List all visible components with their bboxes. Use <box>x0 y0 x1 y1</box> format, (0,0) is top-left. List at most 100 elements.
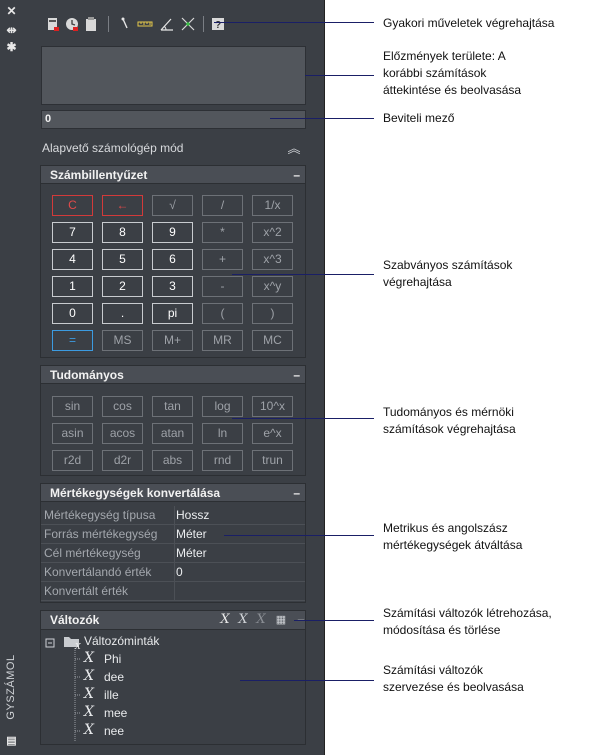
scientific-key-button[interactable]: rnd <box>202 450 243 471</box>
section-header-numpad[interactable]: Számbillentyűzet – <box>40 165 306 184</box>
key-button[interactable]: 9 <box>152 222 193 243</box>
key-button[interactable]: 6 <box>152 249 193 270</box>
variable-group[interactable]: Változóminták <box>84 634 159 648</box>
scientific-key-button[interactable]: asin <box>52 423 93 444</box>
collapse-icon[interactable]: – <box>293 166 300 184</box>
close-icon[interactable]: ✕ <box>5 5 18 17</box>
key-button[interactable]: ( <box>202 303 243 324</box>
variable-icon: X <box>84 668 94 684</box>
unit-row-label: Forrás mértékegység <box>44 527 158 541</box>
calculator-icon: ▤ <box>6 735 17 747</box>
variable-item[interactable]: mee <box>104 706 127 720</box>
collapse-icon[interactable]: – <box>293 366 300 384</box>
mode-label: Alapvető számológép mód <box>42 141 184 155</box>
key-button[interactable]: 1/x <box>252 195 293 216</box>
scientific-key-button[interactable]: log <box>202 396 243 417</box>
scientific-key-button[interactable]: ln <box>202 423 243 444</box>
section-title: Számbillentyűzet <box>50 168 148 182</box>
variable-item[interactable]: Phi <box>104 652 121 666</box>
folder-icon: X <box>64 637 81 650</box>
unit-row-divider <box>174 563 175 582</box>
variable-item[interactable]: dee <box>104 670 124 684</box>
history-area[interactable] <box>41 46 306 105</box>
unit-row-value[interactable]: 0 <box>176 565 183 579</box>
callout-line <box>224 535 374 536</box>
key-button[interactable]: 8 <box>102 222 143 243</box>
unit-row-label: Mértékegység típusa <box>44 508 156 522</box>
key-button[interactable]: pi <box>152 303 193 324</box>
pick-point-icon[interactable] <box>118 16 132 32</box>
variable-item[interactable]: nee <box>104 724 124 738</box>
section-title: Tudományos <box>50 368 124 382</box>
section-header-units[interactable]: Mértékegységek konvertálása – <box>40 483 306 502</box>
callout-line-text: Szabványos számítások <box>383 258 513 272</box>
key-button[interactable]: MC <box>252 330 293 351</box>
callout-text: Metrikus és angolszász mértékegységek átv… <box>383 520 522 554</box>
key-button[interactable]: x^y <box>252 276 293 297</box>
key-button[interactable]: √ <box>152 195 193 216</box>
callout-text: Beviteli mező <box>383 110 454 127</box>
paste-icon[interactable] <box>84 16 98 32</box>
collapse-icon[interactable]: – <box>293 484 300 502</box>
scientific-key-button[interactable]: abs <box>152 450 193 471</box>
callout-line-text: áttekintése és beolvasása <box>383 83 522 97</box>
key-button[interactable]: = <box>52 330 93 351</box>
toolbar-separator <box>203 16 204 32</box>
callout-line-text: Előzmények területe: A <box>383 49 506 63</box>
scientific-key-button[interactable]: cos <box>102 396 143 417</box>
key-button[interactable]: 7 <box>52 222 93 243</box>
unit-row-value[interactable]: Méter <box>176 546 207 560</box>
key-button[interactable]: / <box>202 195 243 216</box>
key-button[interactable]: x^3 <box>252 249 293 270</box>
key-button[interactable]: x^2 <box>252 222 293 243</box>
key-button[interactable]: ← <box>102 195 143 216</box>
auto-hide-icon[interactable]: ⇹ <box>5 24 18 36</box>
edit-variable-icon[interactable]: X <box>236 613 250 627</box>
scientific-key-button[interactable]: atan <box>152 423 193 444</box>
toolbar: ? <box>40 14 240 36</box>
key-button[interactable]: MS <box>102 330 143 351</box>
variable-item[interactable]: ille <box>104 688 119 702</box>
clear-icon[interactable] <box>46 16 60 32</box>
properties-gear-icon[interactable]: ✱ <box>5 41 18 53</box>
distance-icon[interactable] <box>137 16 153 32</box>
key-button[interactable]: * <box>202 222 243 243</box>
scientific-key-button[interactable]: tan <box>152 396 193 417</box>
key-button[interactable]: MR <box>202 330 243 351</box>
intersection-icon[interactable] <box>180 16 196 32</box>
new-variable-icon[interactable]: X <box>218 613 232 627</box>
key-button[interactable]: 5 <box>102 249 143 270</box>
calculator-icon[interactable]: ▦ <box>274 613 288 627</box>
variable-icon: X <box>84 722 94 738</box>
section-title: Változók <box>50 613 100 627</box>
unit-row-value[interactable]: Hossz <box>176 508 209 522</box>
help-icon[interactable]: ? <box>211 16 225 32</box>
key-button[interactable]: 3 <box>152 276 193 297</box>
key-button[interactable]: 2 <box>102 276 143 297</box>
angle-icon[interactable] <box>159 16 175 32</box>
key-button[interactable]: + <box>202 249 243 270</box>
scientific-key-button[interactable]: sin <box>52 396 93 417</box>
key-button[interactable]: C <box>52 195 93 216</box>
scientific-key-button[interactable]: r2d <box>52 450 93 471</box>
scientific-key-button[interactable]: 10^x <box>252 396 293 417</box>
variable-icon: X <box>84 650 94 666</box>
section-header-scientific[interactable]: Tudományos – <box>40 365 306 384</box>
scientific-key-button[interactable]: trun <box>252 450 293 471</box>
unit-row-value[interactable]: Méter <box>176 527 207 541</box>
key-button[interactable]: 0 <box>52 303 93 324</box>
key-button[interactable]: - <box>202 276 243 297</box>
scientific-key-button[interactable]: d2r <box>102 450 143 471</box>
key-button[interactable]: ) <box>252 303 293 324</box>
input-box[interactable]: 0 <box>41 110 306 129</box>
key-button[interactable]: M+ <box>152 330 193 351</box>
key-button[interactable]: 4 <box>52 249 93 270</box>
scientific-key-button[interactable]: acos <box>102 423 143 444</box>
callout-line-text: korábbi számítások <box>383 66 487 80</box>
delete-variable-icon[interactable]: X <box>254 613 268 627</box>
chevron-up-icon[interactable]: ︽ <box>286 141 302 157</box>
key-button[interactable]: 1 <box>52 276 93 297</box>
key-button[interactable]: . <box>102 303 143 324</box>
scientific-key-button[interactable]: e^x <box>252 423 293 444</box>
history-clear-icon[interactable] <box>65 16 79 32</box>
